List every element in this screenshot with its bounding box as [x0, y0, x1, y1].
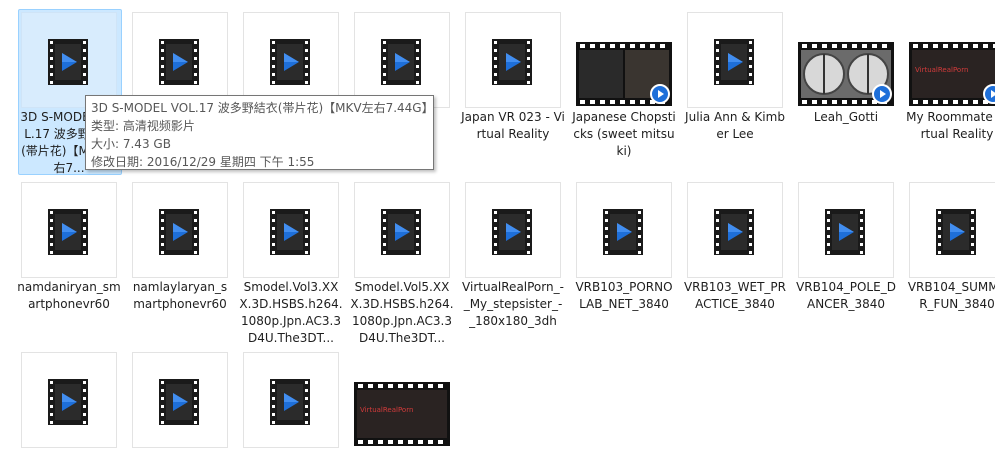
- file-name: Japanese Chopsticks (sweet mitsuki): [572, 110, 676, 158]
- thumbnail-brand-text: VirtualRealPorn: [915, 66, 969, 74]
- video-thumbnail: [576, 42, 672, 106]
- file-thumbnail: [354, 12, 450, 108]
- file-thumbnail: [132, 12, 228, 108]
- file-name: VRB103_WET_PRACTICE_3840: [683, 280, 787, 311]
- file-name: VRB104_POLE_DANCER_3840: [796, 280, 896, 311]
- file-thumbnail: [243, 352, 339, 448]
- file-thumbnail: [21, 12, 117, 108]
- file-thumbnail: [465, 182, 561, 278]
- file-thumbnail: [243, 182, 339, 278]
- video-thumbnail: VirtualRealPorn: [909, 42, 995, 106]
- video-file-icon: [159, 209, 199, 255]
- play-badge-icon: [872, 84, 892, 104]
- file-thumbnail: [465, 12, 561, 108]
- file-name: Japan VR 023 - Virtual Reality: [461, 110, 565, 141]
- video-file-icon: [936, 209, 976, 255]
- file-thumbnail: [687, 12, 783, 108]
- play-badge-icon: [983, 84, 995, 104]
- file-name: VRB104_SUMMER_FUN_3840: [907, 280, 995, 311]
- file-name: VirtualRealPorn_-_My_stepsister_-_180x18…: [462, 280, 564, 328]
- play-badge-icon: [650, 84, 670, 104]
- file-thumbnail: [21, 352, 117, 448]
- file-tooltip: 3D S-MODEL VOL.17 波多野結衣(帯片花)【MKV左右7.44G】…: [85, 95, 434, 170]
- video-file-icon: [48, 39, 88, 85]
- video-file-icon: [270, 39, 310, 85]
- file-name: Smodel.Vol3.XXX.3D.HSBS.h264.1080p.Jpn.A…: [239, 280, 343, 345]
- video-file-icon: [825, 209, 865, 255]
- file-thumbnail: [798, 182, 894, 278]
- video-file-icon: [492, 39, 532, 85]
- file-name: Julia Ann & Kimber Lee: [685, 110, 785, 141]
- video-file-icon: [381, 39, 421, 85]
- video-thumbnail: [798, 42, 894, 106]
- file-thumbnail: [687, 182, 783, 278]
- video-file-icon: [603, 209, 643, 255]
- file-thumbnail: [243, 12, 339, 108]
- file-thumbnail: [576, 182, 672, 278]
- file-name: VRB103_PORNOLAB_NET_3840: [575, 280, 673, 311]
- tooltip-date: 修改日期: 2016/12/29 星期四 下午 1:55: [91, 155, 315, 169]
- video-file-icon: [492, 209, 532, 255]
- video-file-icon: [48, 209, 88, 255]
- file-thumbnail: [132, 352, 228, 448]
- file-thumbnail: [909, 182, 995, 278]
- file-name: namdaniryan_smartphonevr60: [17, 280, 121, 311]
- video-file-icon: [270, 209, 310, 255]
- file-name: Smodel.Vol5.XXX.3D.HSBS.h264.1080p.Jpn.A…: [350, 280, 454, 345]
- video-file-icon: [159, 39, 199, 85]
- file-thumbnail: [354, 182, 450, 278]
- video-file-icon: [714, 209, 754, 255]
- file-thumbnail: [132, 182, 228, 278]
- video-thumbnail: VirtualRealPorn: [354, 382, 450, 446]
- file-name: namlaylaryan_smartphonevr60: [132, 280, 228, 311]
- file-thumbnail: [21, 182, 117, 278]
- video-file-icon: [159, 379, 199, 425]
- video-file-icon: [48, 379, 88, 425]
- video-file-icon: [714, 39, 754, 85]
- video-file-icon: [270, 379, 310, 425]
- tooltip-title: 3D S-MODEL VOL.17 波多野結衣(帯片花)【MKV左右7.44G】: [91, 101, 434, 115]
- file-name: My Roommate Virtual Reality: [906, 110, 995, 141]
- tooltip-size: 大小: 7.43 GB: [91, 137, 171, 151]
- file-name: Leah_Gotti: [813, 110, 879, 124]
- file-grid: 3D S-MODEL VOL.17 波多野結衣(帯片花)【MKV左右7...yJ…: [0, 0, 995, 448]
- thumbnail-brand-text: VirtualRealPorn: [360, 406, 414, 414]
- tooltip-type: 类型: 高清视频影片: [91, 119, 195, 133]
- video-file-icon: [381, 209, 421, 255]
